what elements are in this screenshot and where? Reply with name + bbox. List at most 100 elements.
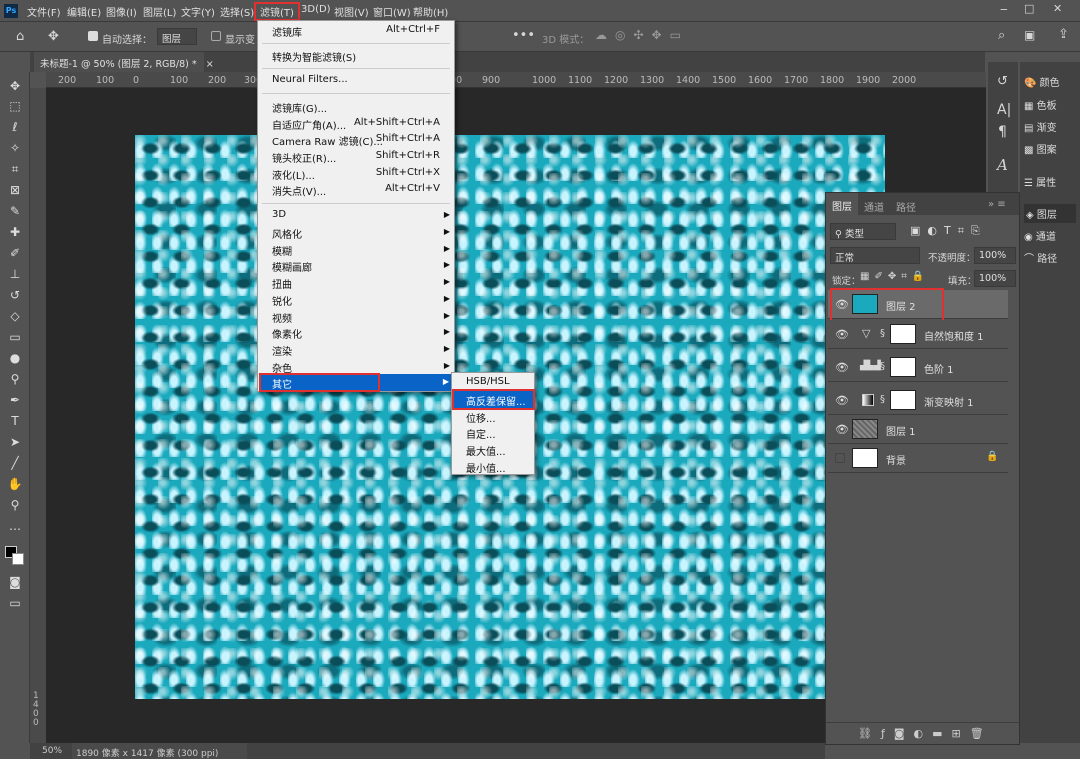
document-info[interactable]: 1890 像素 x 1417 像素 (300 ppi) (72, 743, 247, 759)
group-folder-icon[interactable]: ▬ (932, 727, 951, 740)
layer-row-levels[interactable]: 👁 ▟▙▟ § 色阶 1 (828, 353, 1008, 382)
layer-name[interactable]: 图层 1 (886, 423, 916, 438)
menu-item-adaptive-wide[interactable]: 自适应广角(A)... (272, 117, 346, 132)
history-icon[interactable]: ↺ (997, 74, 1008, 89)
layer-name[interactable]: 色阶 1 (924, 361, 954, 376)
panel-patterns[interactable]: ▩ 图案 (1024, 141, 1057, 156)
share-icon[interactable]: ⇪ (1058, 27, 1069, 42)
tab-layers[interactable]: 图层 (826, 193, 858, 218)
menu-layer[interactable]: 图层(L) (143, 4, 176, 19)
opacity-input[interactable]: 100% (974, 247, 1016, 264)
menu-item-blur[interactable]: 模糊 (272, 243, 292, 258)
tab-channels[interactable]: 通道 (864, 199, 884, 214)
submenu-item-hsb[interactable]: HSB/HSL (466, 376, 510, 387)
visibility-eye-icon[interactable]: 👁 (835, 361, 849, 374)
collapse-icon[interactable]: » ≡ (988, 199, 1006, 210)
move-tool-icon[interactable]: ✥ (6, 78, 24, 94)
home-icon[interactable]: ⌂ (16, 29, 24, 44)
quick-mask-icon[interactable]: ◙ (6, 574, 24, 590)
brush-tool-icon[interactable]: ✐ (6, 245, 24, 261)
visibility-toggle[interactable] (835, 453, 845, 463)
menu-type[interactable]: 文字(Y) (181, 4, 215, 19)
blend-mode-dropdown[interactable]: 正常 (830, 247, 920, 264)
delete-icon[interactable]: 🗑 (970, 727, 993, 740)
fx-icon[interactable]: ƒ (881, 727, 894, 740)
search-icon[interactable]: ⌕ (998, 28, 1005, 43)
submenu-item-maximum[interactable]: 最大值... (466, 443, 506, 458)
menu-view[interactable]: 视图(V) (334, 4, 369, 19)
menu-item-filter-gallery-g[interactable]: 滤镜库(G)... (272, 100, 327, 115)
visibility-eye-icon[interactable]: 👁 (835, 394, 849, 407)
layer-actions-bar[interactable]: ⛓ƒ◙◐▬⊞🗑 (826, 722, 1019, 744)
screen-mode-icon[interactable]: ▭ (6, 595, 24, 611)
marquee-tool-icon[interactable]: ⬚ (6, 98, 24, 114)
menu-image[interactable]: 图像(I) (106, 4, 137, 19)
more-icon[interactable]: ••• (512, 28, 535, 43)
panel-gradients[interactable]: ▤ 渐变 (1024, 119, 1057, 134)
menu-select[interactable]: 选择(S) (220, 4, 254, 19)
new-layer-icon[interactable]: ⊞ (952, 727, 970, 740)
pen-tool-icon[interactable]: ✒ (6, 392, 24, 408)
more-tools-icon[interactable]: … (6, 518, 24, 534)
submenu-item-offset[interactable]: 位移... (466, 410, 496, 425)
type-tool-icon[interactable]: T (6, 413, 24, 429)
layer-row-background[interactable]: 背景 🔒 (828, 444, 1008, 473)
link-layers-icon[interactable]: ⛓ (858, 727, 881, 740)
menu-item-stylize[interactable]: 风格化 (272, 226, 302, 241)
menu-item-blur-gallery[interactable]: 模糊画廊 (272, 259, 312, 274)
eyedropper-icon[interactable]: ✎ (6, 203, 24, 219)
layer-name[interactable]: 背景 (886, 452, 906, 467)
gradient-tool-icon[interactable]: ▭ (6, 329, 24, 345)
submenu-item-custom[interactable]: 自定... (466, 426, 496, 441)
visibility-eye-icon[interactable]: 👁 (835, 328, 849, 341)
filter-type-icons[interactable]: ▣◐T⌗⎘ (910, 224, 987, 238)
menu-item-pixelate[interactable]: 像素化 (272, 326, 302, 341)
menu-item-neural-filters[interactable]: Neural Filters... (272, 74, 348, 85)
auto-select-dropdown[interactable]: 图层 (157, 28, 197, 45)
show-transform-checkbox[interactable] (211, 31, 221, 41)
menu-item-filter-gallery[interactable]: 滤镜库 (272, 24, 302, 39)
menu-window[interactable]: 窗口(W) (373, 4, 411, 19)
layer-row-layer1[interactable]: 👁 图层 1 (828, 415, 1008, 444)
menu-3d[interactable]: 3D(D) (301, 4, 331, 15)
menu-item-sharpen[interactable]: 锐化 (272, 293, 292, 308)
panel-layers[interactable]: ◈ 图层 (1024, 204, 1076, 223)
menu-item-3d[interactable]: 3D (272, 209, 286, 220)
layer-name[interactable]: 渐变映射 1 (924, 394, 974, 409)
minimize-icon[interactable]: ‒ (1000, 2, 1008, 16)
menu-item-lens-correction[interactable]: 镜头校正(R)... (272, 150, 336, 165)
workspace-icon[interactable]: ▣ (1024, 28, 1035, 42)
lasso-tool-icon[interactable]: ℓ (6, 119, 24, 135)
menu-help[interactable]: 帮助(H) (413, 4, 448, 19)
stamp-tool-icon[interactable]: ⊥ (6, 266, 24, 282)
line-tool-icon[interactable]: ╱ (6, 455, 24, 471)
hand-tool-icon[interactable]: ✋ (6, 476, 24, 492)
menu-file[interactable]: 文件(F) (27, 4, 61, 19)
layer-row-gradient-map[interactable]: 👁 § 渐变映射 1 (828, 386, 1008, 415)
healing-brush-icon[interactable]: ✚ (6, 224, 24, 240)
tab-paths[interactable]: 路径 (896, 199, 916, 214)
zoom-tool-icon[interactable]: ⚲ (6, 497, 24, 513)
paragraph-icon[interactable]: ¶ (998, 124, 1007, 140)
menu-item-convert-smart[interactable]: 转换为智能滤镜(S) (272, 49, 356, 64)
character-icon[interactable]: A| (997, 102, 1011, 118)
visibility-eye-icon[interactable]: 👁 (835, 423, 849, 436)
zoom-level[interactable]: 50% (42, 746, 62, 756)
lock-icons[interactable]: ▦✐✥⌗🔒 (860, 271, 929, 282)
frame-tool-icon[interactable]: ⊠ (6, 182, 24, 198)
menu-item-camera-raw[interactable]: Camera Raw 滤镜(C)... (272, 133, 383, 148)
panel-swatches[interactable]: ▦ 色板 (1024, 97, 1057, 112)
menu-item-liquify[interactable]: 液化(L)... (272, 167, 315, 182)
crop-tool-icon[interactable]: ⌗ (6, 161, 24, 177)
maximize-icon[interactable]: □ (1024, 2, 1034, 15)
submenu-item-minimum[interactable]: 最小值... (466, 460, 506, 475)
document-tab[interactable]: 未标题-1 @ 50% (图层 2, RGB/8) * × (34, 52, 214, 72)
move-tool-icon[interactable]: ✥ (48, 29, 59, 44)
glyphs-icon[interactable]: A (997, 156, 1008, 174)
menu-item-video[interactable]: 视频 (272, 310, 292, 325)
close-icon[interactable]: ✕ (1053, 2, 1062, 15)
menu-item-render[interactable]: 渲染 (272, 343, 292, 358)
eraser-icon[interactable]: ◇ (6, 308, 24, 324)
background-color-swatch[interactable] (12, 553, 24, 565)
panel-color[interactable]: 🎨 颜色 (1024, 74, 1060, 89)
